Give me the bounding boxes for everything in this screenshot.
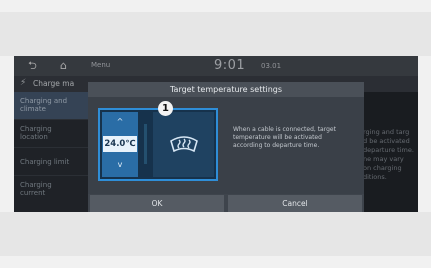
bottom-band [0, 212, 431, 256]
temperature-down-button[interactable]: v [107, 159, 133, 171]
cancel-button[interactable]: Cancel [228, 195, 362, 212]
dialog-title: Target temperature settings [88, 82, 364, 97]
target-temperature-dialog: Target temperature settings 1 ^ 24.0℃ v [88, 82, 364, 212]
dialog-description: When a cable is connected, target temper… [233, 126, 336, 149]
dialog-body: 1 ^ 24.0℃ v When a cable is connected, t… [88, 97, 364, 194]
temperature-control-panel: 1 ^ 24.0℃ v [98, 101, 218, 181]
top-band [0, 12, 431, 56]
temperature-up-button[interactable]: ^ [107, 116, 133, 128]
temperature-value: 24.0℃ [103, 136, 137, 152]
temperature-column: ^ 24.0℃ v [102, 112, 138, 177]
ok-button[interactable]: OK [90, 195, 224, 212]
rear-defrost-button[interactable] [153, 112, 214, 177]
divider-track [144, 124, 147, 164]
rear-defrost-icon [170, 136, 198, 153]
callout-badge: 1 [158, 101, 173, 116]
infotainment-screen: ⮌ ⌂ Menu 9:01 03.01 ⚡ Charge ma Charging… [14, 56, 418, 212]
